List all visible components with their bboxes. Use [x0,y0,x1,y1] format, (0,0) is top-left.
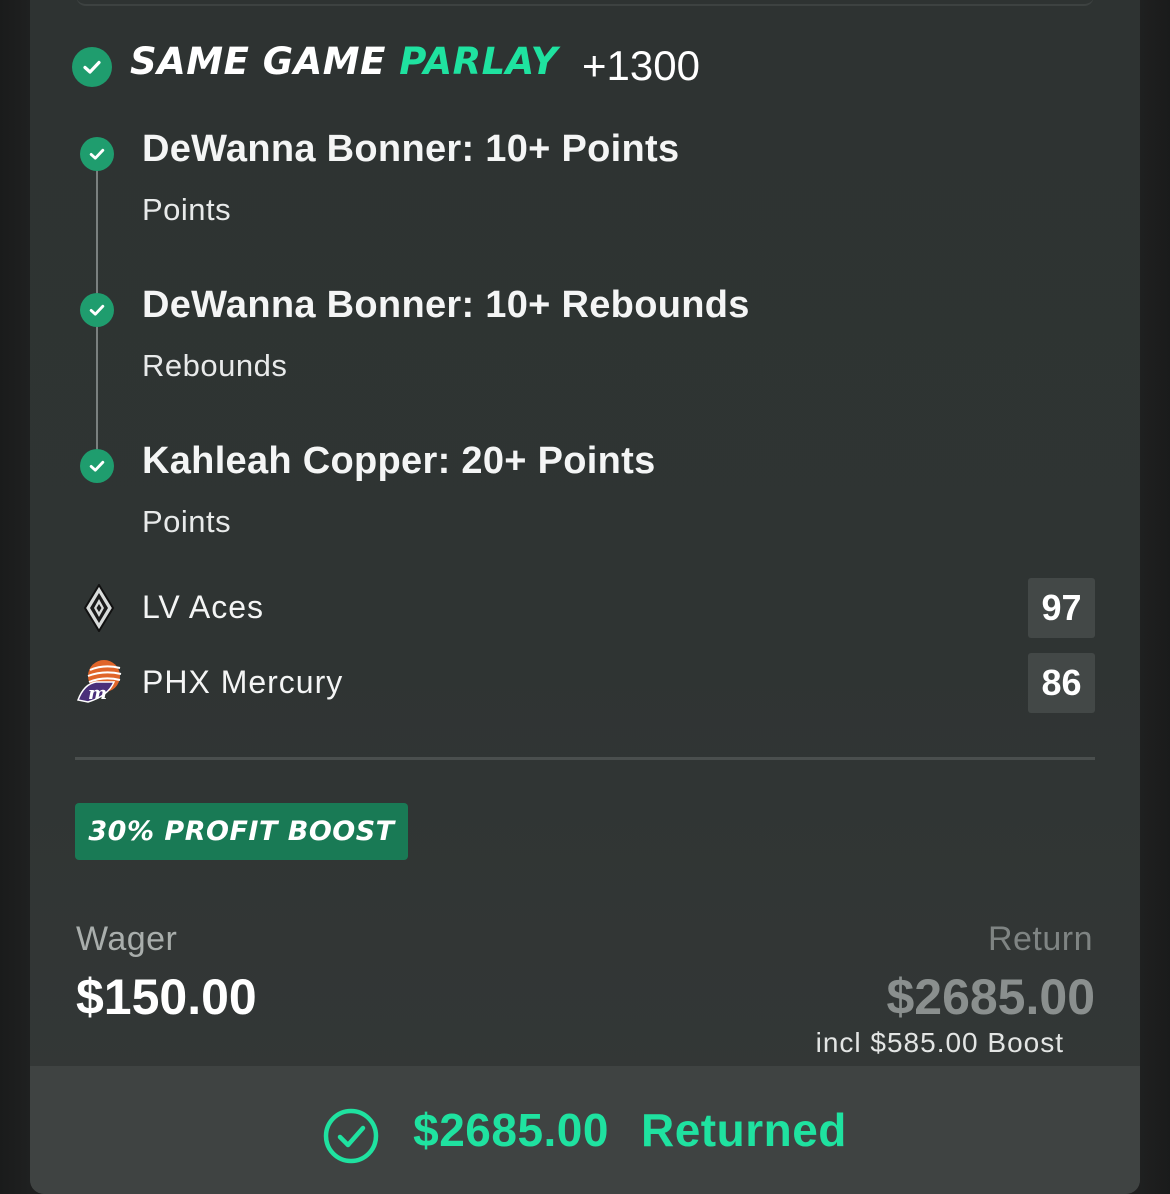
team-name: LV Aces [142,589,265,625]
phx-mercury-logo-icon: m [74,656,126,710]
leg-market: Points [142,192,232,227]
returned-amount: $2685.00 [413,1104,609,1156]
returned-footer: $2685.00 Returned [30,1066,1140,1194]
leg-market: Points [142,504,232,539]
team-name: PHX Mercury [142,664,344,700]
returned-check-icon [323,1108,379,1164]
leg-check-icon [80,137,114,171]
return-amount: $2685.00 [886,969,1095,1025]
leg-title[interactable]: Kahleah Copper: 20+ Points [142,440,656,483]
bet-card[interactable]: SAME GAME PARLAY +1300 DeWanna Bonner: 1… [30,0,1140,1194]
return-label: Return [987,920,1093,958]
team-score: 86 [1028,653,1095,713]
wager-label: Wager [76,920,178,958]
bet-odds: +1300 [582,42,700,89]
leg-title[interactable]: DeWanna Bonner: 10+ Points [142,128,679,171]
bet-type-prefix: SAME GAME [130,40,400,83]
leg-check-icon [80,293,114,327]
returned-status: Returned [640,1104,847,1156]
section-divider [75,757,1095,760]
leg-title[interactable]: DeWanna Bonner: 10+ Rebounds [142,284,750,327]
team-score: 97 [1028,578,1095,638]
leg-market: Rebounds [142,348,288,383]
previous-card-edge [76,0,1094,6]
boost-included-note: incl $585.00 Boost [815,1027,1064,1058]
screen-background: SAME GAME PARLAY +1300 DeWanna Bonner: 1… [0,0,1170,1194]
bet-won-check-icon [72,47,112,87]
lv-aces-logo-icon [80,583,118,636]
leg-check-icon [80,449,114,483]
bet-type-title: SAME GAME PARLAY [130,40,558,83]
wager-amount: $150.00 [76,969,257,1025]
svg-text:m: m [88,683,107,704]
profit-boost-badge: 30% PROFIT BOOST [75,803,408,860]
bet-type-accent: PARLAY [399,40,558,83]
